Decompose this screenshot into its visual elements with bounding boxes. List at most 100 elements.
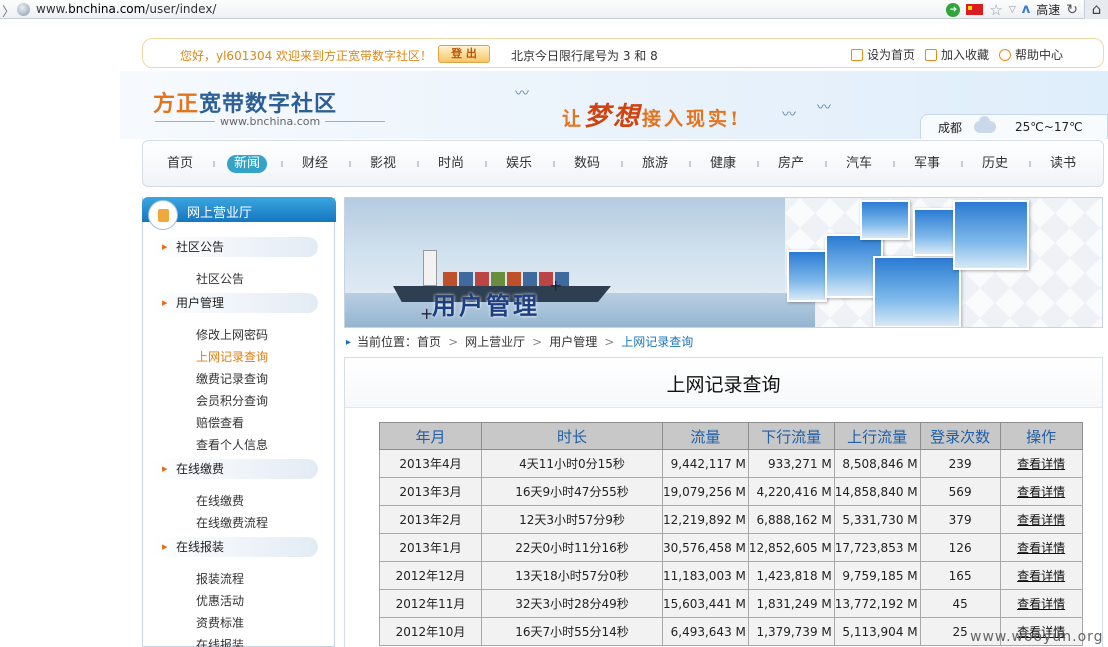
set-homepage-link[interactable]: 设为首页 bbox=[850, 46, 915, 63]
sidebar-section-install[interactable]: 在线报装 bbox=[152, 537, 318, 557]
nav-separator bbox=[757, 161, 759, 167]
help-center-link[interactable]: 帮助中心 bbox=[998, 46, 1063, 63]
nav-item-history[interactable]: 历史 bbox=[982, 155, 1008, 173]
sidebar-section-user[interactable]: 用户管理 bbox=[152, 293, 318, 313]
sidebar-item-promotions[interactable]: 优惠活动 bbox=[196, 592, 244, 609]
logo-subtitle: www.bnchina.com bbox=[220, 115, 321, 128]
sidebar-item-online-records[interactable]: 上网记录查询 bbox=[196, 348, 268, 365]
cell-upstream: 5,113,904 M bbox=[833, 617, 921, 646]
sidebar-item-compensation[interactable]: 赔偿查看 bbox=[196, 414, 244, 431]
sidebar-item-online-install[interactable]: 在线报装 bbox=[196, 636, 244, 647]
cell-action: 查看详情 bbox=[999, 449, 1083, 478]
cell-downstream: 1,423,818 M bbox=[747, 561, 835, 590]
cell-action: 查看详情 bbox=[999, 533, 1083, 562]
cell-action: 查看详情 bbox=[999, 561, 1083, 590]
view-details-link[interactable]: 查看详情 bbox=[1017, 457, 1065, 471]
cell-month: 2013年1月 bbox=[379, 533, 482, 562]
cell-login-count: 379 bbox=[919, 505, 1001, 534]
cell-duration: 22天0小时11分16秒 bbox=[481, 533, 663, 562]
browser-toolbar-right: ➜ ☆ ▽ ʌ 高速 ↻ ⌂ bbox=[946, 0, 1108, 19]
crosshair-mark: + bbox=[549, 276, 563, 295]
sidebar-item-notice[interactable]: 社区公告 bbox=[196, 270, 244, 287]
nav-item-books[interactable]: 读书 bbox=[1050, 155, 1076, 173]
breadcrumb-separator: > bbox=[448, 335, 459, 349]
sidebar-section-payment[interactable]: 在线缴费 bbox=[152, 459, 318, 479]
site-globe-icon bbox=[17, 3, 30, 16]
breadcrumb-service-hall[interactable]: 网上营业厅 bbox=[465, 335, 525, 350]
nav-item-travel[interactable]: 旅游 bbox=[642, 155, 668, 173]
speed-mode-icon[interactable]: ʌ bbox=[1022, 2, 1030, 17]
nav-item-digital[interactable]: 数码 bbox=[574, 155, 600, 173]
crane-icon: 〰 bbox=[782, 107, 796, 123]
online-records-table: 年月 时长 流量 下行流量 上行流量 登录次数 操作 2013年4月 4天11小… bbox=[379, 422, 1083, 646]
view-details-link[interactable]: 查看详情 bbox=[1017, 569, 1065, 583]
sidebar-item-online-pay[interactable]: 在线缴费 bbox=[196, 492, 244, 509]
container-block bbox=[475, 272, 489, 286]
top-links: 设为首页 加入收藏 帮助中心 bbox=[850, 46, 1063, 63]
favorite-star-icon[interactable]: ☆ bbox=[989, 2, 1002, 17]
bookmark-icon bbox=[924, 49, 937, 61]
sidebar-item-profile[interactable]: 查看个人信息 bbox=[196, 436, 268, 453]
main-nav: 首页 新闻 财经 影视 时尚 娱乐 数码 旅游 健康 房产 汽车 军事 历史 读… bbox=[142, 140, 1104, 187]
city-panel-image bbox=[873, 256, 961, 327]
dropdown-triangle-icon[interactable]: ▽ bbox=[1009, 5, 1016, 15]
sidebar: 网上营业厅 社区公告 社区公告 用户管理 修改上网密码 上网记录查询 缴费记录查… bbox=[142, 197, 336, 647]
go-icon[interactable]: ➜ bbox=[946, 2, 961, 17]
nav-item-movies[interactable]: 影视 bbox=[370, 155, 396, 173]
logout-button[interactable]: 登 出 bbox=[438, 45, 490, 63]
cell-month: 2013年3月 bbox=[379, 477, 482, 506]
weather-widget: 成都 25℃~17℃ bbox=[920, 114, 1108, 139]
address-url[interactable]: www.bnchina.com/user/index/ bbox=[36, 2, 216, 16]
url-domain: bnchina.com bbox=[68, 2, 146, 16]
china-flag-icon bbox=[966, 4, 984, 15]
nav-item-auto[interactable]: 汽车 bbox=[846, 155, 872, 173]
site-logo[interactable]: 方正宽带数字社区 bbox=[153, 86, 337, 118]
nav-item-fashion[interactable]: 时尚 bbox=[438, 155, 464, 173]
sidebar-item-change-password[interactable]: 修改上网密码 bbox=[196, 326, 268, 343]
nav-item-home[interactable]: 首页 bbox=[167, 155, 193, 173]
banner-title: 用户管理 bbox=[432, 291, 540, 320]
column-header: 登录次数 bbox=[919, 422, 1001, 450]
cell-month: 2013年4月 bbox=[379, 449, 482, 478]
cell-duration: 32天3小时28分49秒 bbox=[481, 589, 663, 618]
sidebar-item-pricing[interactable]: 资费标准 bbox=[196, 614, 244, 631]
nav-item-entertainment[interactable]: 娱乐 bbox=[506, 155, 532, 173]
cell-downstream: 12,852,605 M bbox=[747, 533, 835, 562]
add-favorite-link[interactable]: 加入收藏 bbox=[924, 46, 989, 63]
column-header: 流量 bbox=[662, 422, 749, 450]
page-title: 上网记录查询 bbox=[345, 358, 1102, 408]
cell-traffic: 9,442,117 M bbox=[662, 449, 749, 478]
section-banner: + + 用户管理 bbox=[344, 197, 1103, 328]
nav-item-military[interactable]: 军事 bbox=[914, 155, 940, 173]
cell-traffic: 15,603,441 M bbox=[662, 589, 749, 618]
nav-item-realestate[interactable]: 房产 bbox=[778, 155, 804, 173]
view-details-link[interactable]: 查看详情 bbox=[1017, 513, 1065, 527]
logo-line-left bbox=[155, 121, 215, 122]
welcome-text: 您好，yl601304 欢迎来到方正宽带数字社区！ bbox=[180, 49, 433, 63]
view-details-link[interactable]: 查看详情 bbox=[1017, 597, 1065, 611]
browser-address-bar: 〉 www.bnchina.com/user/index/ ➜ ☆ ▽ ʌ 高速… bbox=[0, 0, 1108, 20]
nav-item-health[interactable]: 健康 bbox=[710, 155, 736, 173]
nav-item-finance[interactable]: 财经 bbox=[302, 155, 328, 173]
sidebar-item-install-process[interactable]: 报装流程 bbox=[196, 570, 244, 587]
cell-upstream: 13,772,192 M bbox=[833, 589, 921, 618]
sidebar-section-notice[interactable]: 社区公告 bbox=[152, 237, 318, 257]
nav-separator bbox=[825, 161, 827, 167]
cell-traffic: 6,493,643 M bbox=[662, 617, 749, 646]
sidebar-item-pay-process[interactable]: 在线缴费流程 bbox=[196, 514, 268, 531]
sidebar-item-member-points[interactable]: 会员积分查询 bbox=[196, 392, 268, 409]
home-icon[interactable]: ⌂ bbox=[1084, 0, 1108, 19]
cloud-icon bbox=[974, 116, 997, 133]
breadcrumb-user-mgmt[interactable]: 用户管理 bbox=[549, 335, 597, 350]
breadcrumb-home[interactable]: 首页 bbox=[417, 335, 441, 350]
speed-mode-label[interactable]: 高速 bbox=[1036, 1, 1060, 18]
column-header: 上行流量 bbox=[833, 422, 921, 450]
nav-item-news[interactable]: 新闻 bbox=[227, 155, 268, 173]
view-details-link[interactable]: 查看详情 bbox=[1017, 485, 1065, 499]
sidebar-item-payment-records[interactable]: 缴费记录查询 bbox=[196, 370, 268, 387]
refresh-icon[interactable]: ↻ bbox=[1066, 2, 1078, 18]
container-block bbox=[443, 272, 457, 286]
view-details-link[interactable]: 查看详情 bbox=[1017, 541, 1065, 555]
cell-upstream: 9,759,185 M bbox=[833, 561, 921, 590]
back-chevron-icon[interactable]: 〉 bbox=[2, 1, 15, 20]
